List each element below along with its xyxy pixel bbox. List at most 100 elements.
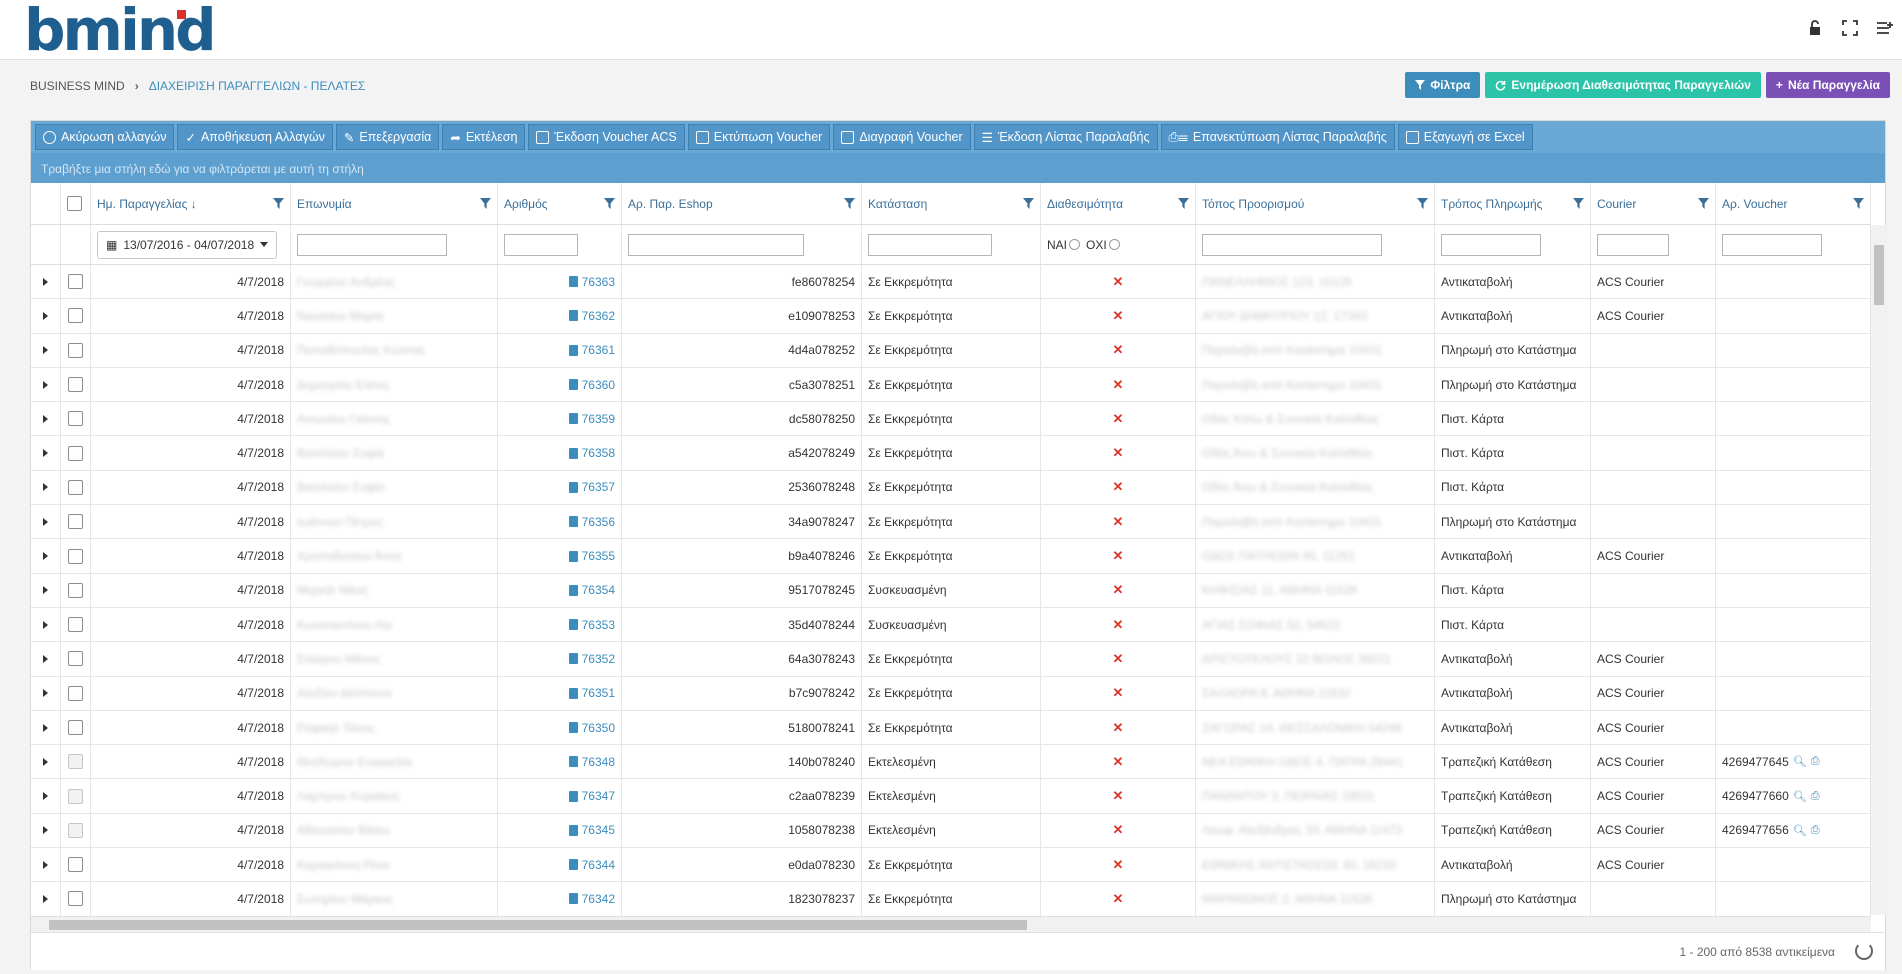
expand-arrow-icon[interactable] [43, 689, 48, 698]
horizontal-scroll-thumb[interactable] [49, 920, 1027, 930]
expand-arrow-icon[interactable] [43, 517, 48, 526]
cancel-changes-button[interactable]: Ακύρωση αλλαγών [35, 124, 175, 150]
header-eshop[interactable]: Αρ. Παρ. Eshop [622, 183, 862, 224]
issue-pickup-list-button[interactable]: ☰ Έκδοση Λίστας Παραλαβής [973, 124, 1158, 150]
print-icon[interactable]: ⎙ [1811, 824, 1820, 837]
expand-cell[interactable] [31, 367, 61, 402]
expand-cell[interactable] [31, 402, 61, 436]
vertical-scrollbar[interactable] [1871, 225, 1887, 915]
row-checkbox[interactable] [68, 514, 83, 530]
expand-arrow-icon[interactable] [43, 894, 48, 903]
update-availability-button[interactable]: Ενημέρωση Διαθεσιμότητας Παραγγελιών [1485, 72, 1761, 98]
execute-button[interactable]: ➦ Εκτέλεση [442, 124, 526, 150]
order-link[interactable]: 76353 [568, 618, 615, 632]
print-voucher-button[interactable]: Εκτύπωση Voucher [687, 124, 831, 150]
header-payment[interactable]: Τρόπος Πληρωμής [1435, 183, 1591, 224]
header-courier[interactable]: Courier [1591, 183, 1716, 224]
lock-icon[interactable] [1808, 20, 1824, 36]
order-link[interactable]: 76345 [568, 823, 615, 837]
vertical-scroll-thumb[interactable] [1874, 245, 1884, 305]
row-checkbox[interactable] [68, 342, 83, 358]
order-link[interactable]: 76358 [568, 446, 615, 460]
row-checkbox[interactable] [68, 617, 83, 633]
header-number[interactable]: Αριθμός [498, 183, 622, 224]
expand-cell[interactable] [31, 813, 61, 848]
expand-arrow-icon[interactable] [43, 311, 48, 320]
expand-arrow-icon[interactable] [43, 414, 48, 423]
header-destination[interactable]: Τόπος Προορισμού [1196, 183, 1435, 224]
order-link[interactable]: 76352 [568, 652, 615, 666]
courier-filter-input[interactable] [1597, 233, 1669, 256]
table-row[interactable]: 4/7/2018 Νικολάου Μαρία 76362 e109078253… [31, 299, 1871, 334]
funnel-icon[interactable] [1023, 198, 1034, 209]
table-row[interactable]: 4/7/2018 Ιωάννου Πέτρος 76356 34a9078247… [31, 505, 1871, 540]
new-order-button[interactable]: + Νέα Παραγγελία [1765, 72, 1890, 98]
row-checkbox[interactable] [68, 685, 83, 701]
header-date[interactable]: Ημ. Παραγγελίας ↓ [91, 183, 291, 224]
number-filter-input[interactable] [504, 233, 578, 256]
expand-cell[interactable] [31, 573, 61, 607]
table-row[interactable]: 4/7/2018 Βασιλείου Σοφία 76357 253607824… [31, 470, 1871, 506]
expand-cell[interactable] [31, 470, 61, 505]
voucher-filter-input[interactable] [1722, 233, 1822, 256]
order-link[interactable]: 76347 [568, 789, 615, 803]
expand-arrow-icon[interactable] [43, 346, 48, 355]
funnel-icon[interactable] [1417, 198, 1428, 209]
row-checkbox[interactable] [68, 274, 83, 290]
row-checkbox[interactable] [68, 308, 83, 324]
expand-cell[interactable] [31, 745, 61, 779]
expand-arrow-icon[interactable] [43, 757, 48, 766]
header-status[interactable]: Κατάσταση [862, 183, 1041, 224]
date-range-picker[interactable]: ▦ 13/07/2016 - 04/07/2018 [97, 230, 278, 259]
order-link[interactable]: 76362 [568, 309, 615, 323]
expand-arrow-icon[interactable] [43, 449, 48, 458]
group-drop-area[interactable]: Τραβήξτε μια στήλη εδώ για να φιλτράρετα… [31, 153, 1885, 183]
order-link[interactable]: 76357 [568, 480, 615, 494]
row-checkbox[interactable] [68, 411, 83, 427]
bmind-logo[interactable]: bmind [24, 1, 217, 59]
funnel-icon[interactable] [1178, 198, 1189, 209]
funnel-icon[interactable] [1853, 198, 1864, 209]
row-checkbox[interactable] [68, 445, 83, 461]
order-link[interactable]: 76359 [568, 412, 615, 426]
funnel-icon[interactable] [1698, 198, 1709, 209]
expand-arrow-icon[interactable] [43, 380, 48, 389]
expand-cell[interactable] [31, 642, 61, 676]
expand-cell[interactable] [31, 779, 61, 813]
funnel-icon[interactable] [844, 198, 855, 209]
table-row[interactable]: 4/7/2018 Λαμπρου Κυριάκος 76347 c2aa0782… [31, 779, 1871, 814]
expand-arrow-icon[interactable] [43, 792, 48, 801]
expand-arrow-icon[interactable] [43, 620, 48, 629]
order-link[interactable]: 76350 [568, 721, 615, 735]
expand-cell[interactable] [31, 676, 61, 710]
horizontal-scrollbar[interactable] [31, 916, 1871, 932]
table-row[interactable]: 4/7/2018 Αντωνίου Γιάννης 76359 dc580782… [31, 402, 1871, 437]
table-row[interactable]: 4/7/2018 Σταύρου Μάνος 76352 64a3078243 … [31, 642, 1871, 677]
table-row[interactable]: 4/7/2018 Κωνσταντίνου Λία 76353 35d40782… [31, 607, 1871, 643]
payment-filter-input[interactable] [1441, 233, 1541, 256]
expand-cell[interactable] [31, 882, 61, 916]
table-row[interactable]: 4/7/2018 Γεωργίου Ανδρέας 76363 fe860782… [31, 265, 1871, 300]
order-link[interactable]: 76348 [568, 755, 615, 769]
order-link[interactable]: 76344 [568, 858, 615, 872]
row-checkbox[interactable] [68, 582, 83, 598]
availability-yes-radio[interactable] [1069, 239, 1081, 250]
refresh-icon[interactable] [1855, 942, 1873, 960]
expand-arrow-icon[interactable] [43, 483, 48, 492]
reprint-pickup-list-button[interactable]: ⎙☰ Επανεκτύπωση Λίστας Παραλαβής [1160, 124, 1395, 150]
table-row[interactable]: 4/7/2018 Χριστοδούλου Άννα 76355 b9a4078… [31, 539, 1871, 574]
print-icon[interactable]: ⎙ [1811, 790, 1820, 803]
table-row[interactable]: 4/7/2018 Βασιλείου Σοφία 76358 a54207824… [31, 436, 1871, 471]
expand-arrow-icon[interactable] [43, 586, 48, 595]
funnel-icon[interactable] [273, 198, 284, 209]
row-checkbox[interactable] [68, 891, 83, 907]
row-checkbox[interactable] [68, 857, 83, 873]
search-icon[interactable]: 🔍︎ [1793, 755, 1807, 768]
table-row[interactable]: 4/7/2018 Ραφαήλ Τάσος 76350 5180078241 Σ… [31, 710, 1871, 746]
order-link[interactable]: 76363 [568, 275, 615, 289]
expand-cell[interactable] [31, 848, 61, 882]
expand-arrow-icon[interactable] [43, 860, 48, 869]
availability-no-radio[interactable] [1108, 239, 1120, 250]
row-checkbox[interactable] [68, 651, 83, 667]
funnel-icon[interactable] [1573, 198, 1584, 209]
